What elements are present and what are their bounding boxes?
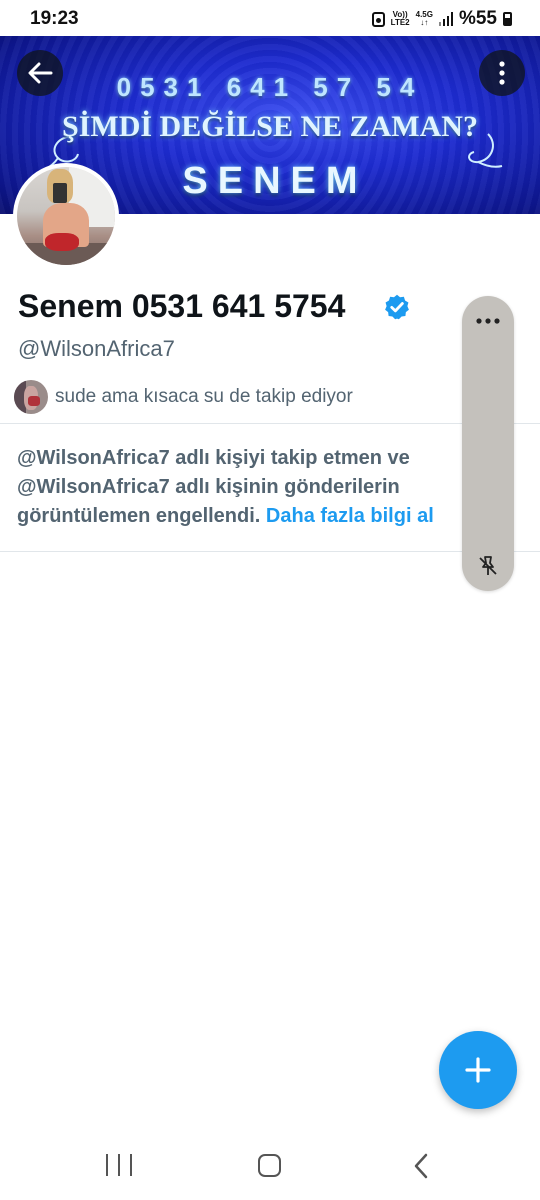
more-horizontal-icon: [476, 318, 500, 324]
blocked-notice-line-3: görüntülemen engellendi.: [17, 505, 261, 527]
compose-button[interactable]: [439, 1031, 517, 1109]
recents-icon[interactable]: [106, 1154, 132, 1176]
plus-icon: [465, 1057, 491, 1083]
more-vertical-icon: [499, 61, 505, 85]
system-nav-bar: [0, 1132, 540, 1200]
volte-indicator: Vo)) LTE2: [391, 11, 410, 27]
battery-percentage: %55: [458, 8, 497, 29]
divider: [0, 551, 540, 552]
back-button[interactable]: [17, 50, 63, 96]
network-type-indicator: 4.5G ↓↑: [416, 11, 433, 27]
back-chevron-icon[interactable]: [411, 1152, 431, 1180]
data-arrows-icon: ↓↑: [420, 18, 429, 27]
blocked-notice-line-2: @WilsonAfrica7 adlı kişinin gönderilerin: [17, 476, 400, 498]
status-indicators: Vo)) LTE2 4.5G ↓↑ %55: [371, 8, 512, 30]
side-panel-menu-button[interactable]: [462, 312, 514, 330]
arrow-left-icon: [28, 62, 53, 84]
signal-icon: [438, 12, 453, 26]
profile-avatar[interactable]: [13, 163, 119, 269]
unpin-icon[interactable]: [476, 554, 500, 578]
blocked-notice-line-1: @WilsonAfrica7 adlı kişiyi takip etmen v…: [17, 447, 410, 469]
divider: [0, 423, 540, 424]
more-options-button[interactable]: [479, 50, 525, 96]
home-icon[interactable]: [258, 1154, 281, 1177]
display-name: Senem 0531 641 5754: [18, 288, 346, 324]
floating-side-panel[interactable]: [462, 296, 514, 591]
learn-more-link[interactable]: Daha fazla bilgi al: [266, 505, 434, 527]
verified-badge-icon[interactable]: [383, 293, 411, 321]
profile-handle: @WilsonAfrica7: [18, 336, 175, 361]
blocked-notice-line-3-wrap: görüntülemen engellendi. Daha fazla bilg…: [17, 502, 477, 531]
banner-phone: 0531 641 57 54: [116, 72, 424, 102]
status-time: 19:23: [30, 8, 79, 29]
status-bar: 19:23 Vo)) LTE2 4.5G ↓↑ %55: [0, 0, 540, 36]
battery-icon: [503, 12, 512, 26]
notification-icon: [371, 11, 385, 27]
followers-you-know-text: sude ama kısaca su de takip ediyor: [55, 386, 353, 407]
followers-you-know[interactable]: sude ama kısaca su de takip ediyor: [14, 380, 353, 414]
blocked-notice: @WilsonAfrica7 adlı kişiyi takip etmen v…: [17, 444, 477, 531]
lte-label: LTE2: [390, 18, 410, 27]
avatar-photo: [17, 167, 115, 265]
follower-avatar: [14, 380, 48, 414]
